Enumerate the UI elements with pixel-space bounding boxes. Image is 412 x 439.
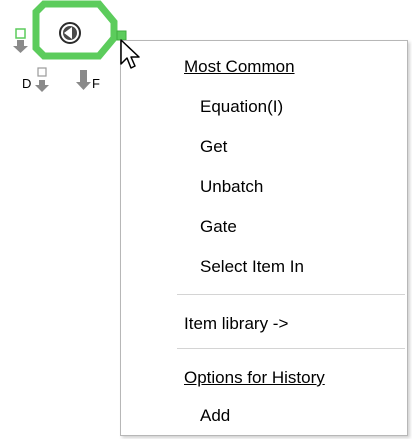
- menu-item-equation[interactable]: Equation(I): [200, 97, 283, 117]
- input-arrow-icon: [13, 40, 28, 53]
- menu-item-add[interactable]: Add: [200, 406, 230, 426]
- d-port-label: D: [22, 76, 32, 91]
- menu-separator: [177, 348, 405, 349]
- menu-heading-most-common: Most Common: [184, 57, 295, 76]
- d-port[interactable]: [35, 67, 49, 92]
- menu-item-item-library[interactable]: Item library ->: [184, 314, 288, 334]
- arrow-cursor-icon: [120, 39, 140, 69]
- menu-item-select-item-in[interactable]: Select Item In: [200, 257, 304, 277]
- menu-item-gate[interactable]: Gate: [200, 217, 237, 237]
- history-block[interactable]: [0, 0, 130, 100]
- menu-item-get[interactable]: Get: [200, 137, 227, 157]
- input-connector[interactable]: [15, 28, 26, 39]
- context-menu: Most Common Equation(I) Get Unbatch Gate…: [120, 40, 408, 436]
- f-port[interactable]: [76, 70, 91, 90]
- menu-heading-options-for-history: Options for History: [184, 368, 325, 387]
- menu-item-unbatch[interactable]: Unbatch: [200, 177, 263, 197]
- history-clock-icon: [59, 22, 81, 44]
- f-port-label: F: [92, 76, 100, 91]
- menu-separator: [177, 294, 405, 295]
- model-canvas[interactable]: D F Most Common Equation(I) Get Unbatch …: [0, 0, 412, 439]
